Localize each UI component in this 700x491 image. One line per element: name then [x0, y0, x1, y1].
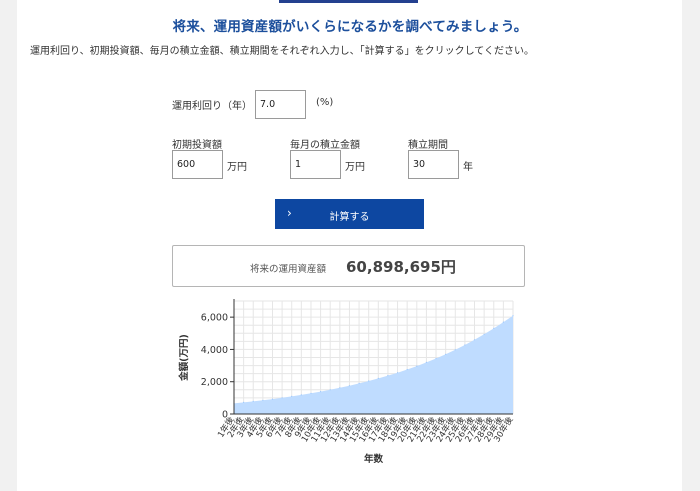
data-point [397, 372, 399, 374]
y-tick-label: 4,000 [201, 345, 228, 356]
result-label: 将来の運用資産額 [250, 264, 327, 275]
rate-label: 運用利回り（年） [172, 101, 252, 112]
data-point [291, 395, 293, 397]
rate-input[interactable] [255, 90, 306, 119]
data-point [310, 392, 312, 394]
data-point [454, 349, 456, 351]
rate-unit: (%) [316, 97, 334, 108]
y-tick-label: 6,000 [201, 313, 228, 324]
data-point [368, 380, 370, 382]
calculate-button-label: 計算する [329, 212, 370, 223]
data-point [483, 333, 485, 335]
data-point [320, 391, 322, 393]
period-label: 積立期間 [408, 140, 448, 151]
data-point [416, 365, 418, 367]
area-series [234, 315, 513, 414]
initial-investment-input[interactable] [172, 150, 223, 179]
data-point [387, 375, 389, 377]
data-point [512, 315, 514, 317]
instruction-text: 運用利回り、初期投資額、毎月の積立金額、積立期間をそれぞれ入力し、「計算する」を… [30, 46, 534, 57]
data-point [329, 389, 331, 391]
period-unit: 年 [463, 162, 473, 173]
data-point [473, 339, 476, 341]
monthly-amount-unit: 万円 [345, 162, 365, 173]
data-point [445, 353, 447, 355]
page-margin-left [0, 0, 17, 491]
data-point [464, 344, 466, 346]
page-margin-right [682, 0, 700, 491]
data-point [493, 327, 495, 329]
result-box: 将来の運用資産額 60,898,695円 [172, 245, 525, 287]
section-top-rule [279, 0, 418, 3]
data-point [502, 321, 504, 323]
data-point [435, 357, 437, 360]
asset-growth-chart: 02,0004,0006,0001年後2年後3年後4年後5年後6年後7年後8年後… [178, 299, 516, 465]
data-point [358, 382, 360, 384]
data-point [339, 387, 341, 389]
data-point [406, 368, 408, 371]
data-point [348, 385, 350, 387]
calculate-button[interactable]: › 計算する [275, 199, 424, 229]
initial-investment-unit: 万円 [227, 162, 247, 173]
y-tick-label: 2,000 [201, 377, 228, 388]
data-point [243, 401, 245, 403]
data-point [252, 400, 254, 402]
data-point [300, 394, 302, 396]
page-heading: 将来、運用資産額がいくらになるかを調べてみましょう。 [172, 19, 528, 35]
period-input[interactable] [408, 150, 459, 179]
result-value: 60,898,695円 [346, 258, 456, 276]
y-axis-title: 金額(万円) [178, 334, 190, 382]
data-point [377, 377, 379, 379]
data-point [271, 398, 274, 400]
monthly-amount-label: 毎月の積立金額 [290, 140, 360, 151]
monthly-amount-input[interactable] [290, 150, 341, 179]
data-point [425, 361, 427, 363]
data-point [281, 397, 283, 399]
x-axis-title: 年数 [364, 453, 384, 465]
initial-investment-label: 初期投資額 [172, 140, 222, 151]
data-point [262, 399, 264, 401]
